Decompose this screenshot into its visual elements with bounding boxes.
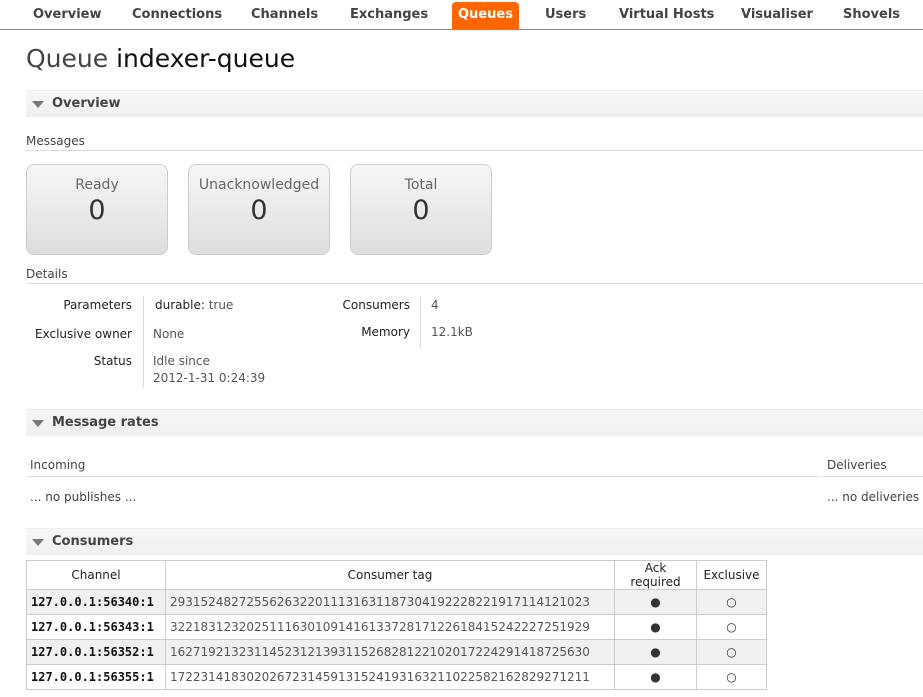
incoming-empty: ... no publishes ... bbox=[30, 490, 137, 504]
consumers-table: Channel Consumer tag Ack required Exclus… bbox=[26, 560, 767, 690]
top-nav: Overview Connections Channels Exchanges … bbox=[0, 0, 923, 30]
consumer-tag: 1627192132311452312139311526828122102017… bbox=[165, 639, 615, 665]
title-prefix: Queue bbox=[26, 44, 109, 73]
nav-connections[interactable]: Connections bbox=[126, 2, 228, 29]
table-row: 127.0.0.1:56343:1 3221831232025111630109… bbox=[26, 614, 767, 640]
memory-value: 12.1kB bbox=[431, 325, 473, 339]
filled-dot-icon: ● bbox=[614, 664, 697, 690]
messages-label: Messages bbox=[26, 134, 85, 148]
nav-virtual-hosts[interactable]: Virtual Hosts bbox=[613, 2, 720, 29]
deliveries-empty: ... no deliveries ... bbox=[827, 490, 923, 504]
parameters-val: true bbox=[208, 298, 234, 312]
overview-header-label: Overview bbox=[52, 96, 121, 111]
nav-users[interactable]: Users bbox=[539, 2, 592, 29]
ready-label: Ready bbox=[75, 177, 119, 193]
consumers-header-label: Consumers bbox=[52, 534, 134, 549]
channel-link[interactable]: 127.0.0.1:56355:1 bbox=[26, 664, 166, 690]
collapse-triangle-icon bbox=[32, 539, 44, 546]
channel-link[interactable]: 127.0.0.1:56343:1 bbox=[26, 614, 166, 640]
total-label: Total bbox=[404, 177, 438, 193]
total-value: 0 bbox=[412, 195, 430, 226]
incoming-divider bbox=[26, 476, 819, 477]
messages-subheading: Messages bbox=[26, 134, 923, 151]
table-header-row: Channel Consumer tag Ack required Exclus… bbox=[26, 560, 767, 590]
hollow-dot-icon: ○ bbox=[696, 589, 767, 615]
nav-queues[interactable]: Queues bbox=[452, 2, 519, 29]
total-box: Total 0 bbox=[350, 164, 492, 255]
nav-channels[interactable]: Channels bbox=[245, 2, 324, 29]
consumer-tag: 3221831232025111630109141613372817122618… bbox=[165, 614, 615, 640]
col-ack-required: Ack required bbox=[614, 560, 697, 590]
details-label: Details bbox=[26, 267, 68, 281]
collapse-triangle-icon bbox=[32, 101, 44, 108]
overview-section-header[interactable]: Overview bbox=[26, 90, 923, 117]
status-label: Status bbox=[93, 354, 132, 368]
col-exclusive: Exclusive bbox=[696, 560, 767, 590]
channel-link[interactable]: 127.0.0.1:56352:1 bbox=[26, 639, 166, 665]
status-line1: Idle since bbox=[153, 354, 210, 368]
details-divider bbox=[143, 296, 144, 388]
table-row: 127.0.0.1:56355:1 1722314183020267231459… bbox=[26, 664, 767, 690]
unacknowledged-value: 0 bbox=[250, 195, 268, 226]
hollow-dot-icon: ○ bbox=[696, 664, 767, 690]
details-subheading: Details bbox=[26, 267, 923, 284]
col-channel: Channel bbox=[26, 560, 166, 590]
message-rates-header-label: Message rates bbox=[52, 415, 159, 430]
hollow-dot-icon: ○ bbox=[696, 614, 767, 640]
deliveries-divider bbox=[823, 476, 923, 477]
page-title: Queue indexer-queue bbox=[26, 44, 295, 73]
nav-overview[interactable]: Overview bbox=[27, 2, 108, 29]
collapse-triangle-icon bbox=[32, 420, 44, 427]
parameters-value: durable: true bbox=[155, 298, 233, 312]
table-row: 127.0.0.1:56340:1 2931524827255626322011… bbox=[26, 589, 767, 615]
unacknowledged-box: Unacknowledged 0 bbox=[188, 164, 330, 255]
nav-visualiser[interactable]: Visualiser bbox=[735, 2, 819, 29]
parameters-key: durable: bbox=[155, 298, 205, 312]
filled-dot-icon: ● bbox=[614, 589, 697, 615]
nav-shovels[interactable]: Shovels bbox=[837, 2, 906, 29]
status-line2: 2012-1-31 0:24:39 bbox=[153, 371, 266, 385]
hollow-dot-icon: ○ bbox=[696, 639, 767, 665]
queue-name: indexer-queue bbox=[116, 44, 296, 73]
exclusive-owner-label: Exclusive owner bbox=[35, 327, 132, 341]
incoming-label: Incoming bbox=[30, 458, 86, 472]
deliveries-label: Deliveries bbox=[827, 458, 887, 472]
consumers-label: Consumers bbox=[342, 298, 410, 312]
details-divider-right bbox=[420, 296, 421, 348]
table-row: 127.0.0.1:56352:1 1627192132311452312139… bbox=[26, 639, 767, 665]
col-consumer-tag: Consumer tag bbox=[165, 560, 615, 590]
filled-dot-icon: ● bbox=[614, 639, 697, 665]
consumers-section-header[interactable]: Consumers bbox=[26, 528, 923, 555]
memory-label: Memory bbox=[361, 325, 410, 339]
exclusive-owner-value: None bbox=[153, 327, 185, 341]
consumer-tag: 2931524827255626322011131631187304192228… bbox=[165, 589, 615, 615]
nav-exchanges[interactable]: Exchanges bbox=[344, 2, 434, 29]
consumer-tag: 1722314183020267231459131524193163211022… bbox=[165, 664, 615, 690]
channel-link[interactable]: 127.0.0.1:56340:1 bbox=[26, 589, 166, 615]
filled-dot-icon: ● bbox=[614, 614, 697, 640]
ready-box: Ready 0 bbox=[26, 164, 168, 255]
consumers-value: 4 bbox=[431, 298, 439, 312]
message-rates-section-header[interactable]: Message rates bbox=[26, 409, 923, 436]
ready-value: 0 bbox=[88, 195, 106, 226]
parameters-label: Parameters bbox=[63, 298, 132, 312]
unacknowledged-label: Unacknowledged bbox=[198, 177, 320, 193]
